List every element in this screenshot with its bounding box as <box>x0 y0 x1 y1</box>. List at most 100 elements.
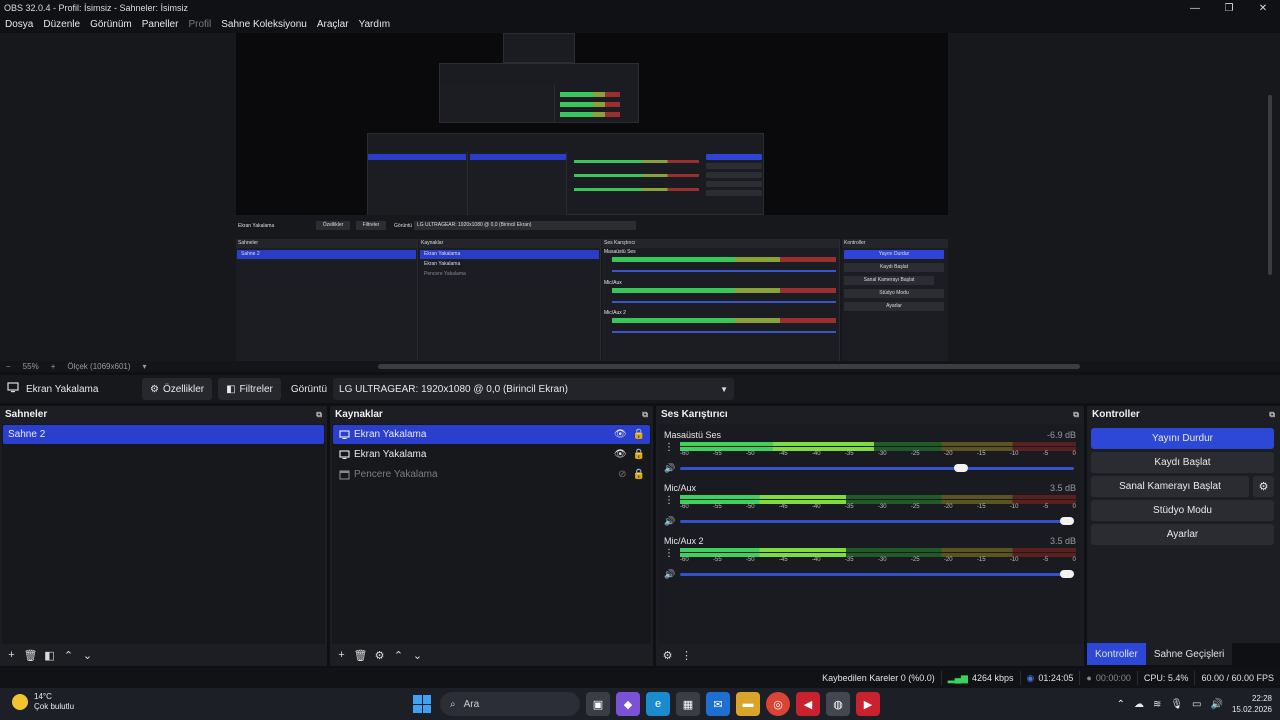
meter-tick-label: -5 <box>1042 557 1049 563</box>
menu-edit[interactable]: Düzenle <box>38 19 85 30</box>
volume-slider-knob[interactable] <box>1060 570 1074 578</box>
move-up-icon[interactable]: ⌃ <box>60 647 77 664</box>
float-dock-icon[interactable]: ⧉ <box>316 410 322 420</box>
taskbar-search[interactable]: ⌕ Ara <box>440 692 580 716</box>
network-icon[interactable]: ▭ <box>1192 699 1201 710</box>
lock-icon[interactable]: 🔒 <box>633 469 645 480</box>
meter-tick-label: -55 <box>712 451 722 457</box>
outlook-icon[interactable]: ✉ <box>706 692 730 716</box>
tab-controls[interactable]: Kontroller <box>1087 643 1146 665</box>
chrome-icon[interactable]: ◎ <box>766 692 790 716</box>
store-icon[interactable]: ▦ <box>676 692 700 716</box>
minimize-button[interactable]: — <box>1178 0 1212 16</box>
temperature: 14°C <box>34 692 52 701</box>
settings-button[interactable]: Ayarlar <box>1091 524 1274 545</box>
tab-scene-transitions[interactable]: Sahne Geçişleri <box>1145 643 1233 665</box>
zoom-value: 55% <box>22 362 39 371</box>
task-view-icon[interactable]: ▣ <box>586 692 610 716</box>
display-select[interactable]: LG ULTRAGEAR: 1920x1080 @ 0,0 (Birincil … <box>333 378 735 400</box>
preview-horizontal-scrollbar[interactable] <box>378 364 1080 369</box>
studio-mode-button[interactable]: Stüdyo Modu <box>1091 500 1274 521</box>
preview-vertical-scrollbar[interactable] <box>1268 95 1272 275</box>
move-down-icon[interactable]: ⌄ <box>409 647 426 664</box>
lock-icon[interactable]: 🔒 <box>633 429 645 440</box>
zoom-out-button[interactable]: − <box>0 362 17 371</box>
channel-name: Masaüstü Ses <box>664 430 722 440</box>
eye-hidden-icon[interactable]: ⊘ <box>618 469 626 480</box>
meter-ticks: -60 -55 -50 -45 -40 -35 -30 -25 -20 -15 -10 -5 0 <box>680 451 1076 460</box>
volume-slider[interactable] <box>680 570 1074 578</box>
sources-list[interactable]: Ekran Yakalama 👁 🔒 Ekran Yakalama 👁 🔒 Pe… <box>332 424 651 644</box>
move-up-icon[interactable]: ⌃ <box>390 647 407 664</box>
volume-icon[interactable]: 🔊 <box>1211 699 1223 710</box>
more-options-icon[interactable]: ⋮ <box>678 647 695 664</box>
media-app-icon[interactable]: ◀ <box>796 692 820 716</box>
obs-icon[interactable]: ◍ <box>826 692 850 716</box>
chevron-up-icon[interactable]: ⌃ <box>1117 699 1125 710</box>
menu-help[interactable]: Yardım <box>354 19 396 30</box>
filters-button[interactable]: ◧ Filtreler <box>218 378 281 400</box>
properties-button[interactable]: ⚙ Özellikler <box>142 378 213 400</box>
start-record-button[interactable]: Kaydı Başlat <box>1091 452 1274 473</box>
edge-icon[interactable]: e <box>646 692 670 716</box>
trash-icon[interactable]: 🗑 <box>22 647 39 664</box>
restore-button[interactable]: ❐ <box>1212 0 1246 16</box>
scene-filters-icon[interactable]: ◧ <box>41 647 58 664</box>
float-dock-icon[interactable]: ⧉ <box>642 410 648 420</box>
volume-slider[interactable] <box>680 464 1074 472</box>
lock-icon[interactable]: 🔒 <box>633 449 645 460</box>
add-scene-button[interactable]: + <box>3 647 20 664</box>
channel-menu-icon[interactable]: ⋮ <box>664 548 674 559</box>
microphone-icon[interactable]: 🎙 <box>1170 699 1183 710</box>
meter-tick-label: -35 <box>844 557 854 563</box>
advanced-audio-icon[interactable]: ⚙ <box>659 647 676 664</box>
volume-slider-knob[interactable] <box>1060 517 1074 525</box>
menu-tools[interactable]: Araçlar <box>312 19 354 30</box>
clock[interactable]: 22:28 15.02.2026 <box>1232 693 1272 715</box>
file-explorer-icon[interactable]: ▬ <box>736 692 760 716</box>
stop-stream-button[interactable]: Yayını Durdur <box>1091 428 1274 449</box>
speaker-icon[interactable]: 🔊 <box>664 516 675 527</box>
gear-icon: ⚙ <box>150 383 159 395</box>
move-down-icon[interactable]: ⌄ <box>79 647 96 664</box>
menu-file[interactable]: Dosya <box>0 19 38 30</box>
trash-icon[interactable]: 🗑 <box>352 647 369 664</box>
cloud-icon[interactable]: ☁ <box>1134 699 1144 710</box>
speaker-icon[interactable]: 🔊 <box>664 569 675 580</box>
source-item[interactable]: Ekran Yakalama 👁 🔒 <box>333 425 650 444</box>
channel-menu-icon[interactable]: ⋮ <box>664 495 674 506</box>
menu-docks[interactable]: Paneller <box>137 19 184 30</box>
gear-icon[interactable]: ⚙ <box>371 647 388 664</box>
volume-slider[interactable] <box>680 517 1074 525</box>
float-dock-icon[interactable]: ⧉ <box>1073 410 1079 420</box>
wifi-icon[interactable]: ≋ <box>1153 699 1161 710</box>
scenes-dock: Sahneler ⧉ Sahne 2 + 🗑 ◧ ⌃ ⌄ <box>0 406 327 666</box>
add-source-button[interactable]: + <box>333 647 350 664</box>
close-button[interactable]: ✕ <box>1246 0 1280 16</box>
fps: 60.00 / 60.00 FPS <box>1201 673 1274 683</box>
eye-icon[interactable]: 👁 <box>614 429 627 440</box>
weather-widget[interactable]: 14°C Çok bulutlu <box>12 692 74 712</box>
source-item[interactable]: Ekran Yakalama 👁 🔒 <box>333 445 650 464</box>
scale-combo[interactable]: Ölçek (1069x601) <box>61 362 136 371</box>
start-virtualcam-button[interactable]: Sanal Kamerayı Başlat <box>1091 476 1249 497</box>
scenes-list[interactable]: Sahne 2 <box>2 424 325 644</box>
chevron-down-icon[interactable]: ▾ <box>137 362 153 371</box>
source-item[interactable]: Pencere Yakalama ⊘ 🔒 <box>333 465 650 484</box>
preview-canvas[interactable]: Ekran Yakalama Özellikler Filtreler Görü… <box>236 33 948 361</box>
float-dock-icon[interactable]: ⧉ <box>1269 410 1275 420</box>
menu-scene-collection[interactable]: Sahne Koleksiyonu <box>216 19 312 30</box>
volume-slider-knob[interactable] <box>953 464 968 472</box>
eye-icon[interactable]: 👁 <box>614 449 627 460</box>
menu-view[interactable]: Görünüm <box>85 19 137 30</box>
scene-item[interactable]: Sahne 2 <box>3 425 324 444</box>
zoom-in-button[interactable]: + <box>45 362 62 371</box>
copilot-icon[interactable]: ◆ <box>616 692 640 716</box>
channel-menu-icon[interactable]: ⋮ <box>664 442 674 453</box>
start-button[interactable] <box>410 692 434 716</box>
media-app-2-icon[interactable]: ▶ <box>856 692 880 716</box>
meter-tick-label: -40 <box>811 557 821 563</box>
virtualcam-gear-icon[interactable]: ⚙ <box>1253 476 1274 497</box>
speaker-icon[interactable]: 🔊 <box>664 463 675 474</box>
menu-profile[interactable]: Profil <box>183 19 216 30</box>
